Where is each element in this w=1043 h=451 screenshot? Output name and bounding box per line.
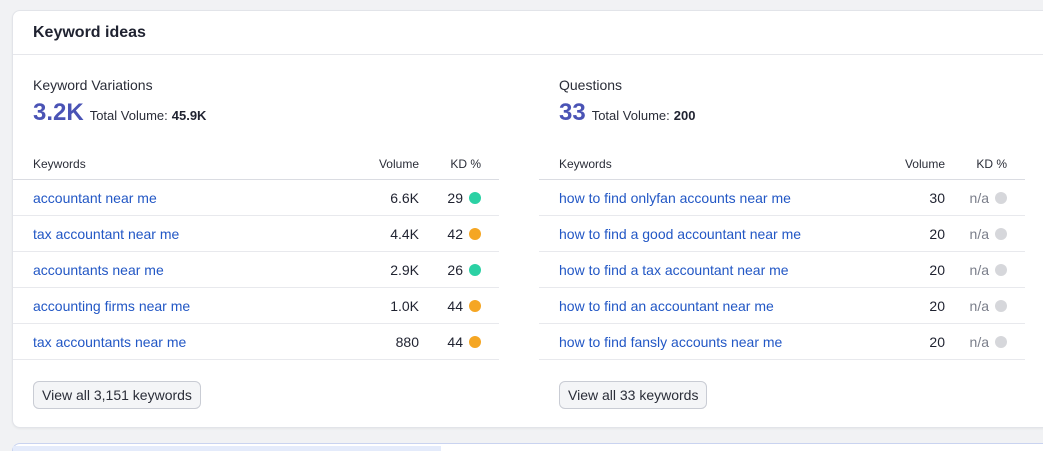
total-volume-value: 200 xyxy=(673,108,696,123)
questions-count[interactable]: 33 xyxy=(559,99,586,127)
kd-indicator-dot xyxy=(995,192,1007,204)
panel-label: Questions xyxy=(559,77,623,93)
column-header-volume: Volume xyxy=(904,157,945,171)
table-row: how to find a good accountant near me 20… xyxy=(539,216,1025,252)
table-row: how to find a tax accountant near me 20 … xyxy=(539,252,1025,288)
table-row: how to find onlyfan accounts near me 30 … xyxy=(539,180,1025,216)
kd-indicator-dot xyxy=(995,300,1007,312)
total-volume-label: Total Volume: xyxy=(591,108,670,123)
total-volume-value: 45.9K xyxy=(171,108,207,123)
kd-value: n/a xyxy=(969,190,989,206)
table-row: how to find fansly accounts near me 20 n… xyxy=(539,324,1025,360)
table-row: tax accountants near me 880 44 xyxy=(13,324,499,360)
volume-value: 6.6K xyxy=(390,190,419,206)
table-row: accountants near me 2.9K 26 xyxy=(13,252,499,288)
variations-count[interactable]: 3.2K xyxy=(33,99,84,127)
panel-label: Keyword Variations xyxy=(33,77,153,93)
table-header: Keywords Volume KD % xyxy=(539,151,1025,180)
volume-value: 20 xyxy=(929,298,945,314)
volume-value: 20 xyxy=(929,262,945,278)
keyword-link[interactable]: how to find an accountant near me xyxy=(559,298,774,314)
keyword-variations-table: Keywords Volume KD % accountant near me … xyxy=(13,151,499,360)
keyword-link[interactable]: how to find a good accountant near me xyxy=(559,226,801,242)
column-header-keywords: Keywords xyxy=(559,157,612,171)
kd-indicator-dot xyxy=(995,228,1007,240)
keyword-link[interactable]: accounting firms near me xyxy=(33,298,190,314)
kd-value: 26 xyxy=(447,262,463,278)
kd-value: n/a xyxy=(969,298,989,314)
summary: 33 Total Volume: 200 xyxy=(559,99,695,127)
keyword-link[interactable]: how to find a tax accountant near me xyxy=(559,262,789,278)
volume-value: 30 xyxy=(929,190,945,206)
kd-indicator-dot xyxy=(469,336,481,348)
volume-value: 20 xyxy=(929,226,945,242)
total-volume-label: Total Volume: xyxy=(89,108,168,123)
view-all-keywords-button[interactable]: View all 3,151 keywords xyxy=(33,381,201,409)
kd-value: 44 xyxy=(447,298,463,314)
next-card-tab-highlight xyxy=(13,446,441,451)
keyword-ideas-card: Keyword ideas Keyword Variations 3.2K To… xyxy=(12,10,1043,428)
kd-value: 44 xyxy=(447,334,463,350)
volume-value: 1.0K xyxy=(390,298,419,314)
keyword-link[interactable]: tax accountants near me xyxy=(33,334,186,350)
questions-table: Keywords Volume KD % how to find onlyfan… xyxy=(539,151,1025,360)
table-row: accounting firms near me 1.0K 44 xyxy=(13,288,499,324)
table-row: how to find an accountant near me 20 n/a xyxy=(539,288,1025,324)
kd-value: 42 xyxy=(447,226,463,242)
table-row: accountant near me 6.6K 29 xyxy=(13,180,499,216)
keyword-link[interactable]: accountant near me xyxy=(33,190,157,206)
column-header-volume: Volume xyxy=(378,157,419,171)
volume-value: 20 xyxy=(929,334,945,350)
table-header: Keywords Volume KD % xyxy=(13,151,499,180)
kd-indicator-dot xyxy=(469,192,481,204)
column-header-kd: KD % xyxy=(976,157,1007,171)
table-row: tax accountant near me 4.4K 42 xyxy=(13,216,499,252)
summary: 3.2K Total Volume: 45.9K xyxy=(33,99,206,127)
view-all-questions-button[interactable]: View all 33 keywords xyxy=(559,381,708,409)
column-header-keywords: Keywords xyxy=(33,157,86,171)
kd-value: n/a xyxy=(969,334,989,350)
keyword-link[interactable]: how to find onlyfan accounts near me xyxy=(559,190,791,206)
column-header-kd: KD % xyxy=(450,157,481,171)
keyword-link[interactable]: accountants near me xyxy=(33,262,164,278)
volume-value: 4.4K xyxy=(390,226,419,242)
keyword-link[interactable]: tax accountant near me xyxy=(33,226,179,242)
kd-indicator-dot xyxy=(469,228,481,240)
kd-indicator-dot xyxy=(469,264,481,276)
kd-indicator-dot xyxy=(995,264,1007,276)
volume-value: 880 xyxy=(395,334,419,350)
card-title: Keyword ideas xyxy=(33,23,146,41)
kd-value: n/a xyxy=(969,226,989,242)
kd-value: n/a xyxy=(969,262,989,278)
volume-value: 2.9K xyxy=(390,262,419,278)
keyword-link[interactable]: how to find fansly accounts near me xyxy=(559,334,782,350)
card-header: Keyword ideas xyxy=(13,11,1043,55)
kd-indicator-dot xyxy=(995,336,1007,348)
kd-value: 29 xyxy=(447,190,463,206)
kd-indicator-dot xyxy=(469,300,481,312)
